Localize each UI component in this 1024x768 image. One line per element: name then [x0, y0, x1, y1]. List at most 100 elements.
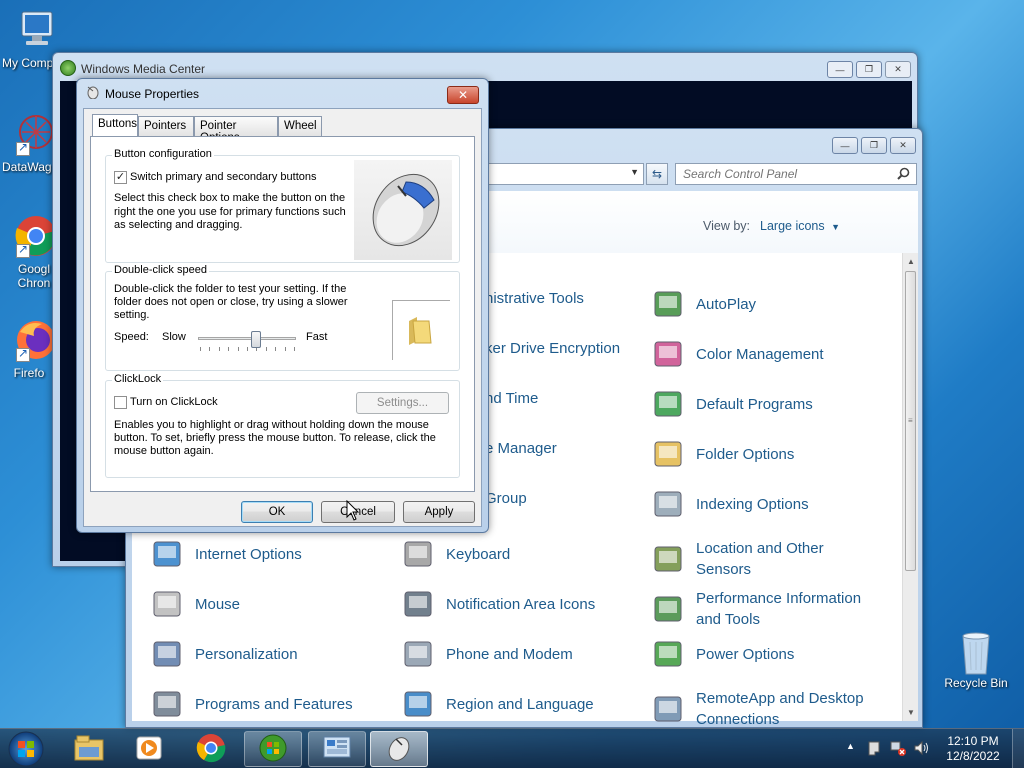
- scroll-down-arrow-icon[interactable]: ▼: [907, 708, 915, 717]
- switch-buttons-label[interactable]: Switch primary and secondary buttons: [130, 171, 316, 185]
- cp-item-phone-modem[interactable]: Phone and Modem: [402, 638, 573, 670]
- cp-item-indexing-options[interactable]: Indexing Options: [652, 488, 809, 520]
- scroll-up-arrow-icon[interactable]: ▲: [907, 257, 915, 266]
- taskbar-mouse-properties-button[interactable]: [370, 731, 428, 767]
- cp-item-homegroup[interactable]: Group: [485, 488, 527, 509]
- ok-button[interactable]: OK: [241, 501, 313, 523]
- group-title: Double-click speed: [112, 264, 209, 276]
- double-click-desc: Double-click the folder to test your set…: [114, 283, 347, 295]
- cp-item-internet-options[interactable]: Internet Options: [151, 538, 302, 570]
- minimize-button[interactable]: —: [827, 61, 853, 78]
- maximize-button[interactable]: ❐: [856, 61, 882, 78]
- cp-item-programs-features[interactable]: Programs and Features: [151, 688, 353, 720]
- phone-modem-icon: [402, 638, 434, 670]
- cp-item-keyboard[interactable]: Keyboard: [402, 538, 510, 570]
- clicklock-label[interactable]: Turn on ClickLock: [130, 396, 218, 410]
- cp-item-mouse[interactable]: Mouse: [151, 588, 240, 620]
- action-center-icon[interactable]: [866, 740, 882, 756]
- show-hidden-icons-button[interactable]: ▲: [846, 741, 855, 751]
- search-box[interactable]: [675, 163, 917, 185]
- cp-item-default-programs[interactable]: Default Programs: [652, 388, 813, 420]
- cp-item-region-language[interactable]: Region and Language: [402, 688, 594, 720]
- close-button[interactable]: ✕: [890, 137, 916, 154]
- tab-pointers[interactable]: Pointers: [138, 116, 194, 136]
- folder-icon: [407, 315, 435, 348]
- cp-item-label: Power Options: [696, 645, 795, 663]
- tab-buttons[interactable]: Buttons: [92, 114, 138, 136]
- slider-tick: [228, 347, 230, 351]
- network-icon[interactable]: [890, 740, 906, 756]
- region-language-icon: [402, 688, 434, 720]
- chevron-down-icon: ▼: [831, 222, 841, 232]
- cp-item-label: Notification Area Icons: [446, 595, 596, 613]
- cp-item-label: Programs and Features: [195, 695, 353, 713]
- cp-item-color-management[interactable]: Color Management: [652, 338, 824, 370]
- mouse-properties-dialog[interactable]: Mouse Properties ✕ Buttons Pointers Poin…: [76, 78, 489, 533]
- cp-item-label: Phone and Modem: [446, 645, 573, 663]
- close-button[interactable]: ✕: [447, 86, 479, 104]
- cp-item-performance[interactable]: Performance Information and Tools: [652, 588, 861, 630]
- cp-item-folder-options[interactable]: Folder Options: [652, 438, 794, 470]
- media-center-icon: [258, 733, 288, 766]
- switch-buttons-checkbox[interactable]: ✓: [114, 171, 127, 184]
- slider-tick: [294, 347, 295, 351]
- clicklock-group: ClickLock Turn on ClickLock Settings... …: [105, 373, 460, 478]
- clock[interactable]: 12:10 PM 12/8/2022: [940, 734, 1006, 764]
- cp-item-label: Location and Other Sensors: [696, 540, 824, 578]
- mouse-icon: [151, 588, 183, 620]
- test-folder-area[interactable]: [392, 300, 450, 360]
- clicklock-checkbox[interactable]: [114, 396, 127, 409]
- dialog-title: Mouse Properties: [105, 87, 200, 101]
- show-desktop-button[interactable]: [1012, 729, 1024, 768]
- cp-item-bitlocker[interactable]: ker Drive Encryption: [485, 338, 620, 359]
- cp-item-autoplay[interactable]: AutoPlay: [652, 288, 756, 320]
- cp-item-notification-area[interactable]: Notification Area Icons: [402, 588, 595, 620]
- cp-item-label: Personalization: [195, 645, 298, 663]
- scrollbar-thumb[interactable]: ≡: [905, 271, 916, 571]
- cp-item-remoteapp[interactable]: RemoteApp and Desktop Connections: [652, 688, 864, 730]
- search-icon[interactable]: [897, 167, 910, 180]
- close-button[interactable]: ✕: [885, 61, 911, 78]
- cp-item-admin-tools[interactable]: nistrative Tools: [485, 288, 584, 309]
- settings-button[interactable]: Settings...: [356, 392, 449, 414]
- cp-item-personalization[interactable]: Personalization: [151, 638, 298, 670]
- vertical-scrollbar[interactable]: ▲ ≡ ▼: [902, 253, 918, 721]
- volume-icon[interactable]: [913, 740, 929, 756]
- slider-tick: [275, 347, 277, 351]
- wmc-title: Windows Media Center: [81, 62, 206, 76]
- taskbar-explorer-button[interactable]: [60, 731, 118, 767]
- desktop-icon-recycle-bin[interactable]: Recycle Bin: [940, 630, 1012, 690]
- taskbar-control-panel-button[interactable]: [308, 731, 366, 767]
- cp-item-power-options[interactable]: Power Options: [652, 638, 794, 670]
- taskbar-media-center-button[interactable]: [244, 731, 302, 767]
- taskbar-media-player-button[interactable]: [120, 731, 178, 767]
- slider-thumb[interactable]: [251, 331, 262, 348]
- mouse-cursor-icon: [346, 499, 360, 522]
- refresh-button[interactable]: ⇆: [646, 163, 668, 185]
- taskbar-chrome-button[interactable]: [182, 731, 240, 767]
- speed-slider[interactable]: [196, 328, 298, 352]
- tab-page: Button configuration ✓ Switch primary an…: [90, 136, 475, 492]
- performance-icon: [652, 593, 684, 625]
- shortcut-arrow-icon: [16, 140, 30, 156]
- cp-item-label: nd Time: [485, 390, 539, 407]
- view-by-dropdown[interactable]: Large icons ▼: [760, 219, 840, 233]
- apply-button[interactable]: Apply: [403, 501, 475, 523]
- cp-item-location-sensors[interactable]: Location and Other Sensors: [652, 538, 824, 580]
- cp-item-device-manager[interactable]: e Manager: [485, 438, 557, 459]
- cp-item-label: Mouse: [195, 595, 241, 613]
- tab-pointer-options[interactable]: Pointer Options: [194, 116, 278, 144]
- maximize-button[interactable]: ❐: [861, 137, 887, 154]
- speed-label: Speed:: [114, 331, 149, 343]
- minimize-button[interactable]: —: [832, 137, 858, 154]
- cp-item-label: Internet Options: [195, 545, 302, 563]
- slider-tick: [237, 347, 239, 351]
- clock-time: 12:10 PM: [947, 734, 999, 748]
- search-input[interactable]: [676, 164, 886, 184]
- cp-item-date-time[interactable]: nd Time: [485, 388, 538, 409]
- clicklock-desc: Enables you to highlight or drag without…: [114, 419, 429, 431]
- desktop-icon-label: Googl Chron: [17, 262, 51, 290]
- start-button[interactable]: [6, 730, 46, 768]
- tab-wheel[interactable]: Wheel: [278, 116, 322, 136]
- address-dropdown-icon[interactable]: ▼: [630, 167, 639, 177]
